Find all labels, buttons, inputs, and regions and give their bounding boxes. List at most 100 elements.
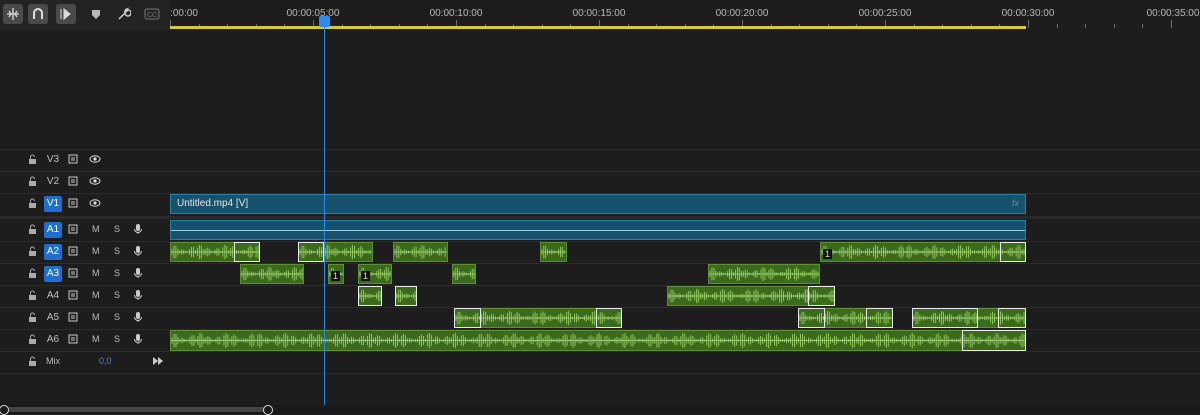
fade-transition[interactable] [1000,242,1026,262]
keyframe-label: 1 [361,271,371,281]
ripple-edit-icon[interactable] [56,4,76,24]
mute-button[interactable]: M [92,312,100,322]
sync-lock-icon[interactable] [68,153,80,165]
audio-clip[interactable] [240,264,304,284]
track-name-v2[interactable]: V2 [44,174,62,190]
fade-transition[interactable] [998,308,1026,328]
solo-button[interactable]: S [114,290,120,300]
audio-clip[interactable] [708,264,820,284]
fade-transition[interactable] [298,242,324,262]
track-name-a2[interactable]: A2 [44,244,62,260]
audio-clip[interactable] [170,330,1026,351]
mix-volume-value[interactable]: 0,0 [99,356,112,366]
eye-icon[interactable] [89,175,101,187]
solo-button[interactable]: S [114,268,120,278]
mute-button[interactable]: M [92,224,100,234]
microphone-icon[interactable] [132,223,144,235]
fade-transition[interactable] [596,308,622,328]
timecode-0: :00:00 [170,8,198,19]
lock-icon[interactable] [28,198,37,208]
fade-transition[interactable] [395,286,417,306]
mute-button[interactable]: M [92,334,100,344]
horizontal-scrollbar[interactable] [0,405,1200,415]
playhead[interactable] [324,16,325,406]
audio-clip[interactable]: 1 [820,242,1026,262]
microphone-icon[interactable] [132,245,144,257]
fade-transition[interactable] [798,308,825,328]
video-clip-name: Untitled.mp4 [V] [177,198,249,209]
sync-lock-icon[interactable] [68,175,80,187]
timeline-settings-icon[interactable] [114,4,134,24]
lock-icon[interactable] [28,176,37,186]
solo-button[interactable]: S [114,334,120,344]
sync-lock-icon[interactable] [68,197,80,209]
track-name-a5[interactable]: A5 [44,310,62,326]
sync-lock-icon[interactable] [68,289,80,301]
audio-clip[interactable] [452,264,476,284]
track-name-a6[interactable]: A6 [44,332,62,348]
audio-clip-a1[interactable] [170,220,1026,240]
microphone-icon[interactable] [132,267,144,279]
linked-selection-icon[interactable] [28,4,48,24]
lock-icon[interactable] [28,246,37,256]
solo-button[interactable]: S [114,312,120,322]
ruler-tick [1056,24,1058,28]
captions-icon[interactable]: CC [142,4,162,24]
eye-icon[interactable] [89,153,101,165]
track-name-v3[interactable]: V3 [44,152,62,168]
ruler-tick [1142,24,1144,28]
microphone-icon[interactable] [132,311,144,323]
timecode-10: 00:00:10:00 [429,8,483,19]
audio-clip[interactable] [540,242,567,262]
track-header-v2: V2 [0,172,170,192]
mute-button[interactable]: M [92,246,100,256]
track-name-a1[interactable]: A1 [44,222,62,238]
work-area-bar[interactable] [170,26,1026,29]
sync-lock-icon[interactable] [68,223,80,235]
fade-transition[interactable] [912,308,978,328]
microphone-icon[interactable] [132,289,144,301]
sync-lock-icon[interactable] [68,245,80,257]
timecode-25: 00:00:25:00 [858,8,912,19]
timecode-15: 00:00:15:00 [572,8,626,19]
audio-clip[interactable]: 1 [328,264,344,284]
lock-icon[interactable] [28,290,37,300]
fade-transition[interactable] [358,286,382,306]
lock-icon[interactable] [28,356,37,366]
track-name-v1[interactable]: V1 [44,196,62,212]
lock-icon[interactable] [28,268,37,278]
fade-transition[interactable] [234,242,260,262]
fade-transition[interactable] [808,286,835,306]
go-to-end-icon[interactable] [152,355,164,367]
sync-lock-icon[interactable] [68,267,80,279]
waveform [241,266,303,282]
audio-clip[interactable] [393,242,448,262]
sync-lock-icon[interactable] [68,333,80,345]
solo-button[interactable]: S [114,224,120,234]
add-marker-icon[interactable] [86,4,106,24]
lock-icon[interactable] [28,154,37,164]
waveform [709,266,819,282]
mute-button[interactable]: M [92,268,100,278]
snap-in-timeline-icon[interactable] [3,4,23,24]
track-name-a3[interactable]: A3 [44,266,62,282]
fade-transition[interactable] [962,330,1026,351]
mute-button[interactable]: M [92,290,100,300]
waveform [821,244,1025,260]
track-name-a4[interactable]: A4 [44,288,62,304]
playhead-handle[interactable] [319,16,330,27]
lock-icon[interactable] [28,334,37,344]
sync-lock-icon[interactable] [68,311,80,323]
lock-icon[interactable] [28,224,37,234]
fade-transition[interactable] [866,308,893,328]
solo-button[interactable]: S [114,246,120,256]
scrollbar-thumb[interactable] [2,407,268,412]
ruler-tick [1171,20,1172,28]
track-header-a1: A1 M S [0,220,170,240]
microphone-icon[interactable] [132,333,144,345]
fade-transition[interactable] [454,308,481,328]
audio-clip[interactable]: 1 [358,264,392,284]
video-clip[interactable]: Untitled.mp4 [V] fx [170,194,1026,214]
eye-icon[interactable] [89,197,101,209]
lock-icon[interactable] [28,312,37,322]
